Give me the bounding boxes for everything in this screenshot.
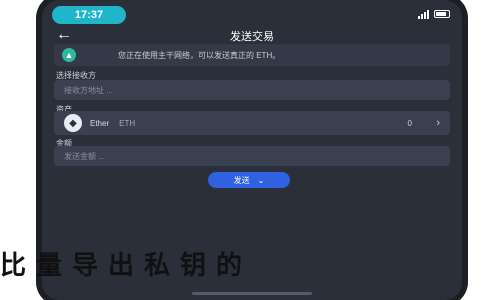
status-icons: [418, 9, 450, 19]
asset-balance: 0: [407, 118, 412, 128]
ethereum-icon: ◆: [64, 114, 82, 132]
send-button-label: 发送: [233, 175, 250, 185]
nav-bar: ← 发送交易: [42, 24, 462, 46]
chevron-right-icon: ›: [436, 117, 440, 129]
asset-symbol: ETH: [119, 118, 136, 128]
status-time: 17:37: [52, 6, 126, 24]
banner-text: 比量导出私钥的: [0, 250, 253, 280]
warning-icon: ▲: [62, 48, 76, 62]
asset-name: Ether: [90, 118, 110, 128]
battery-icon: [434, 10, 450, 18]
receiver-address-input[interactable]: 接收方地址 ...: [54, 80, 450, 100]
chevron-down-icon: ⌄: [257, 175, 265, 185]
notice-text: 您正在使用主干网络，可以发送真正的 ETH。: [118, 50, 281, 60]
home-indicator: [192, 292, 312, 295]
page-title: 发送交易: [230, 31, 274, 43]
amount-placeholder: 发送金额 ...: [64, 151, 105, 161]
signal-icon: [418, 9, 429, 19]
send-button[interactable]: 发送 ⌄: [208, 172, 290, 188]
amount-input[interactable]: 发送金额 ...: [54, 146, 450, 166]
network-notice: ▲ 您正在使用主干网络，可以发送真正的 ETH。: [54, 44, 450, 66]
asset-selector[interactable]: ◆ Ether ETH 0 ›: [54, 111, 450, 135]
receiver-placeholder: 接收方地址 ...: [64, 85, 113, 95]
